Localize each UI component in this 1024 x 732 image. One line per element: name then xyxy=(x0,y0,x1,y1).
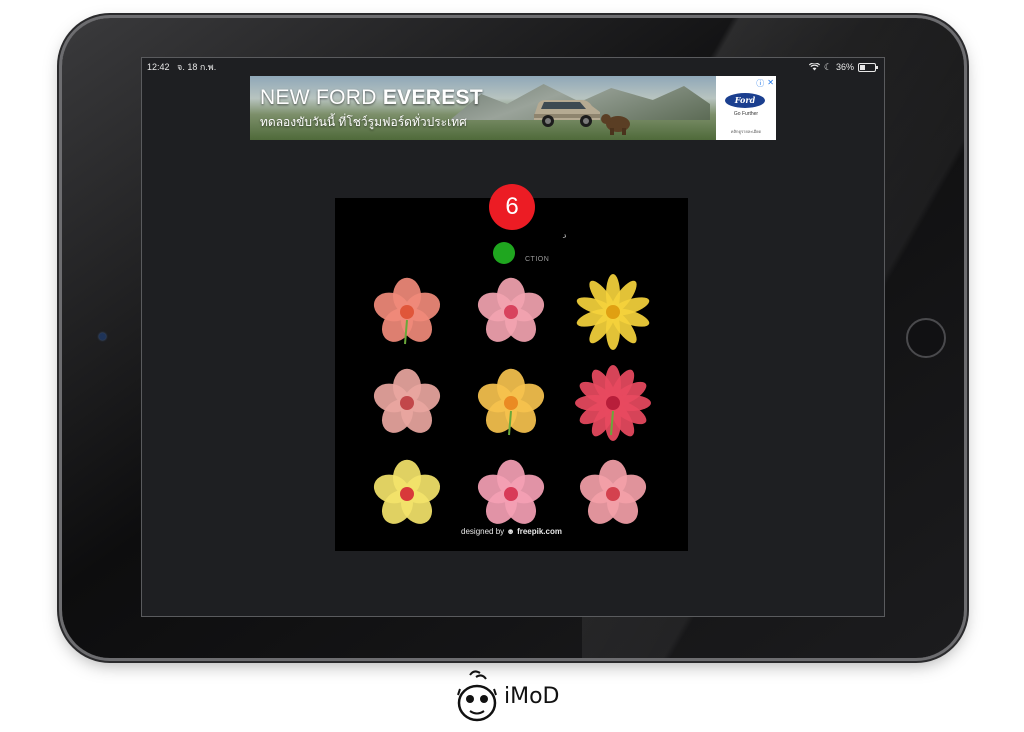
red-dahlia-icon xyxy=(575,365,651,441)
status-date: จ. 18 ก.พ. xyxy=(177,62,217,72)
ipad-screen: 12:42 จ. 18 ก.พ. ☾ 36% NEW FORD EVEREST … xyxy=(141,57,885,617)
ad-info-icon[interactable]: ⓘ xyxy=(756,78,764,89)
status-time: 12:42 xyxy=(147,62,170,72)
ad-controls: ⓘ ✕ xyxy=(756,78,774,89)
ad-bear-image xyxy=(601,114,630,135)
wifi-icon xyxy=(808,63,820,71)
flower-tile-pink-orange-flower[interactable] xyxy=(367,272,447,352)
pink-lily-icon xyxy=(477,459,545,524)
counter-badge: 6 xyxy=(489,184,535,230)
battery-icon xyxy=(858,63,878,72)
imod-wordmark: iMoD xyxy=(504,683,560,709)
ad-subline: ทดลองขับวันนี้ ที่โชว์รูมฟอร์ดทั่วประเทศ xyxy=(260,115,467,129)
ad-headline: NEW FORD EVEREST xyxy=(260,86,483,109)
ad-brand-panel[interactable]: Ford Go Further คลิกดูรายละเอียด ⓘ ✕ xyxy=(716,76,776,140)
green-start-dot[interactable] xyxy=(493,242,515,264)
yellow-red-flower-icon xyxy=(373,459,441,524)
board-heading-text: CTION xyxy=(525,256,550,263)
yellow-daisy-icon xyxy=(576,274,650,350)
ford-logo: Ford xyxy=(725,93,765,108)
ford-tagline: Go Further xyxy=(733,111,759,117)
imod-mascot-icon xyxy=(457,670,497,722)
ad-banner[interactable]: NEW FORD EVEREST ทดลองขับวันนี้ ที่โชว์ร… xyxy=(250,76,776,140)
battery-percent: 36% xyxy=(835,62,854,72)
flower-tile-pink-blossom[interactable] xyxy=(471,272,551,352)
dark-pink-flower-icon xyxy=(373,368,441,433)
flower-tile-yellow-orange-flower[interactable] xyxy=(471,363,551,443)
flower-tile-yellow-daisy[interactable] xyxy=(573,272,653,352)
do-not-disturb-icon: ☾ xyxy=(823,62,832,72)
ad-small-print: คลิกดูรายละเอียด xyxy=(730,129,762,134)
status-time-date: 12:42 จ. 18 ก.พ. xyxy=(147,58,216,76)
flower-tile-yellow-red-flower[interactable] xyxy=(367,454,447,534)
freepik-credit: designed by ☻ freepik.com xyxy=(461,527,562,536)
status-bar: 12:42 จ. 18 ก.พ. ☾ 36% xyxy=(142,58,884,76)
game-board: › CTION designed by ☻ freepik.com xyxy=(335,198,688,551)
flower-tile-dark-pink-flower[interactable] xyxy=(367,363,447,443)
home-button[interactable] xyxy=(906,318,946,358)
ipad-frame: 12:42 จ. 18 ก.พ. ☾ 36% NEW FORD EVEREST … xyxy=(62,18,964,658)
flower-tile-red-dahlia[interactable] xyxy=(573,363,653,443)
front-camera xyxy=(99,333,106,340)
status-indicators: ☾ 36% xyxy=(808,58,878,76)
imod-logo: iMoD xyxy=(456,668,560,724)
ad-suv-image xyxy=(534,100,600,127)
ad-close-icon[interactable]: ✕ xyxy=(767,78,774,89)
yellow-orange-flower-icon xyxy=(477,368,545,436)
peach-blossom-icon xyxy=(579,459,647,524)
flower-tile-peach-blossom[interactable] xyxy=(573,454,653,534)
pink-blossom-icon xyxy=(477,277,545,342)
flower-tile-pink-lily[interactable] xyxy=(471,454,551,534)
small-arrow-icon: › xyxy=(560,230,569,243)
pink-orange-flower-icon xyxy=(373,277,441,345)
battery-fill xyxy=(860,65,866,70)
